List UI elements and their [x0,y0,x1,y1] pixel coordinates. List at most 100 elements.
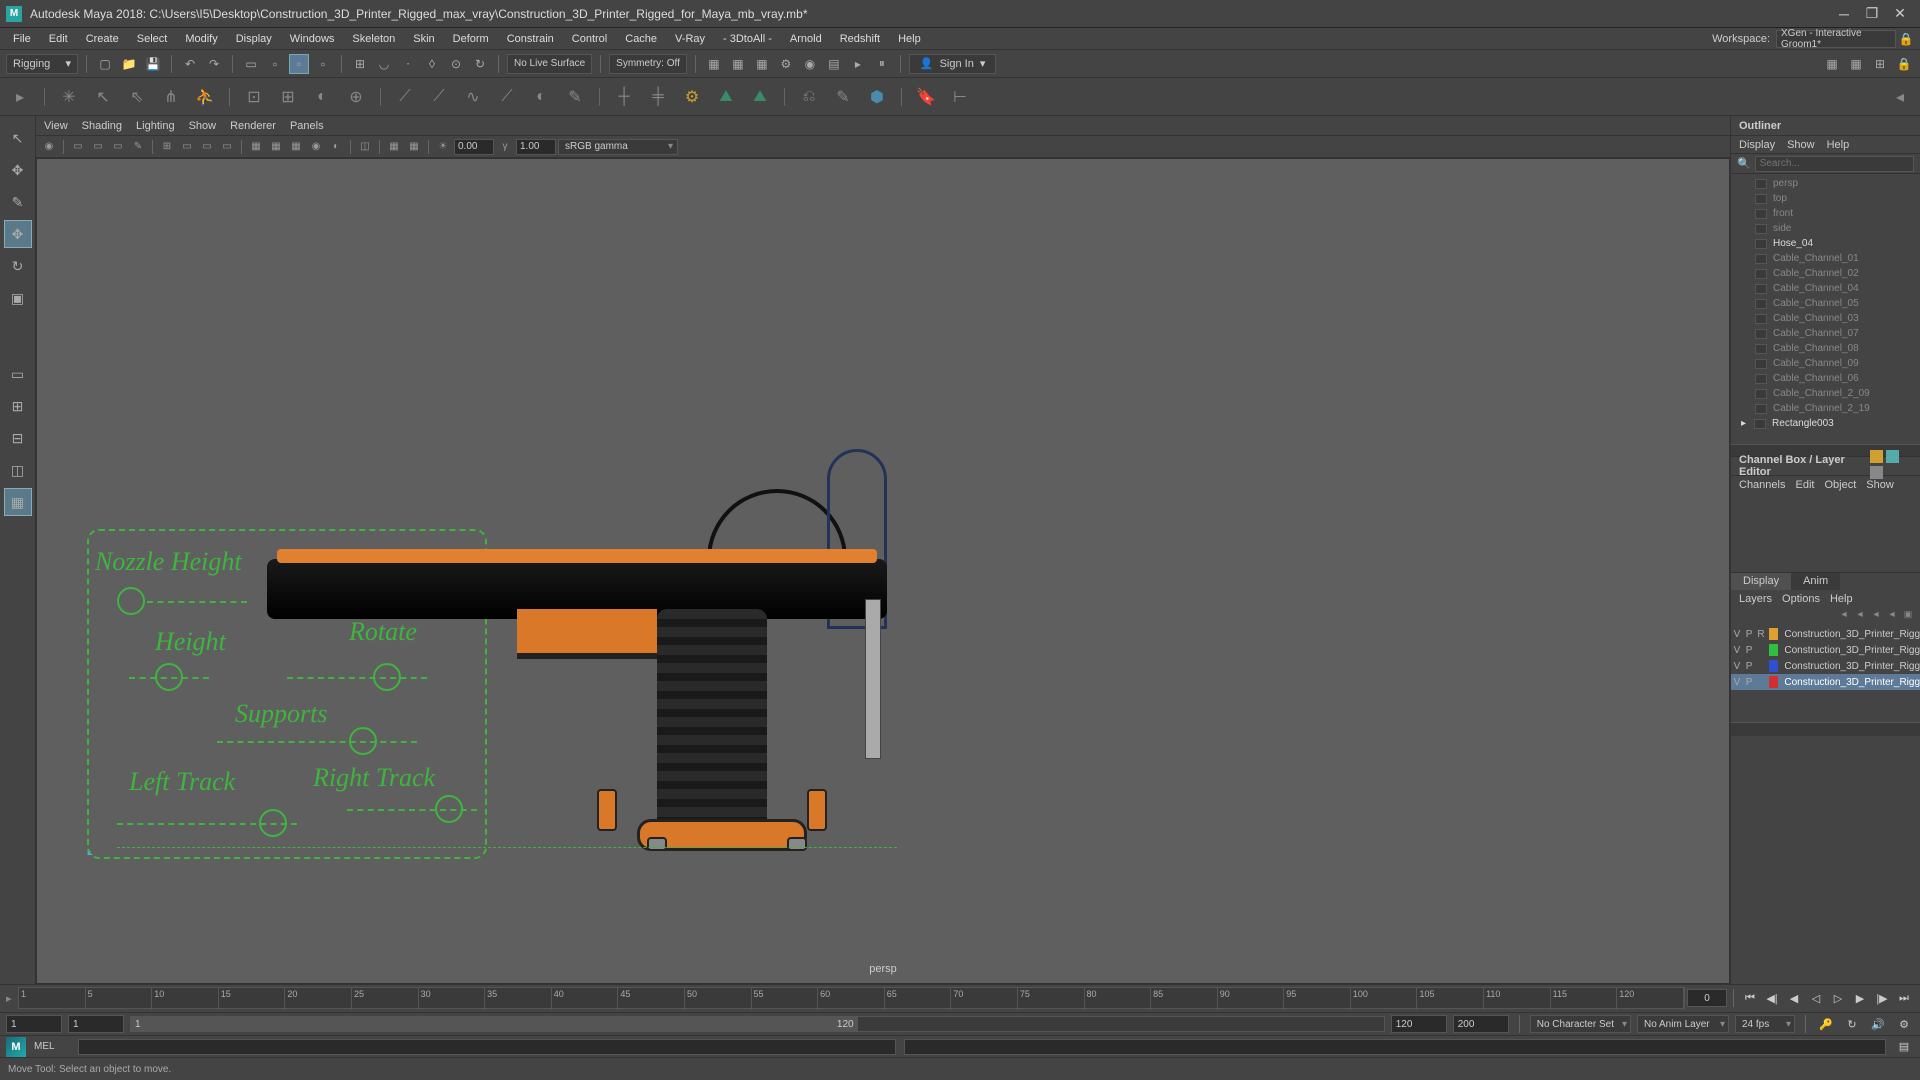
panel-menu-shading[interactable]: Shading [82,120,122,132]
connection-editor-icon[interactable]: ✎ [829,83,857,111]
frame-all-icon[interactable]: ⊞ [4,392,32,420]
play-fwd-icon[interactable]: ▷ [1828,989,1848,1007]
menu-deform[interactable]: Deform [444,31,498,47]
outliner-list[interactable]: persptopfrontsideHose_04Cable_Channel_01… [1731,174,1920,444]
cluster-icon[interactable]: ⟋ [391,83,419,111]
move-tool-icon[interactable]: ✥ [4,220,32,248]
step-back-icon[interactable]: ◀ [1784,989,1804,1007]
panel-menu-panels[interactable]: Panels [290,120,324,132]
menu-modify[interactable]: Modify [176,31,226,47]
range-start-in[interactable]: 1 [68,1015,124,1033]
joint-tool-icon[interactable]: ✳ [55,83,83,111]
shelf-collapse-icon[interactable]: ◂ [1886,83,1914,111]
maximize-button[interactable]: ❐ [1858,4,1886,24]
far-clip-field[interactable]: 1.00 [516,139,556,155]
shadows-icon[interactable]: ◐ [327,138,345,156]
layer-color-swatch[interactable] [1769,660,1778,672]
scale-tool-icon[interactable]: ▣ [4,284,32,312]
gamma-icon[interactable]: γ [496,138,514,156]
menu-arnold[interactable]: Arnold [781,31,831,47]
layer-col-v[interactable]: V [1731,661,1743,672]
wire-icon[interactable]: ⟋ [493,83,521,111]
menu-select[interactable]: Select [128,31,177,47]
layer-col-v[interactable]: V [1731,629,1743,640]
channelbox-menu-edit[interactable]: Edit [1795,479,1814,491]
lasso-tool-icon[interactable]: ✥ [4,156,32,184]
shelf-opt3-icon[interactable]: ⊞ [1870,54,1890,74]
ik-spline-icon[interactable]: ⇖ [123,83,151,111]
render-settings-icon[interactable]: ⚙ [776,54,796,74]
new-scene-icon[interactable]: ▢ [95,54,115,74]
range-end-out[interactable]: 200 [1453,1015,1509,1033]
near-clip-field[interactable]: 0.00 [454,139,494,155]
select-edge-icon[interactable]: ▫ [289,54,309,74]
gate-mask-icon[interactable]: ▭ [218,138,236,156]
render-view-icon[interactable]: ▦ [704,54,724,74]
go-start-icon[interactable]: ⏮ [1740,989,1760,1007]
snap-live-icon[interactable]: ↻ [470,54,490,74]
use-lights-icon[interactable]: ◉ [307,138,325,156]
render-pause-icon[interactable]: ⏸ [872,54,892,74]
panel-menu-renderer[interactable]: Renderer [230,120,276,132]
outliner-item[interactable]: front [1731,206,1920,221]
exposure-icon[interactable]: ☀ [434,138,452,156]
redo-icon[interactable]: ↷ [204,54,224,74]
select-face-icon[interactable]: ▫ [313,54,333,74]
rotate-tool-icon[interactable]: ↻ [4,252,32,280]
module-selector[interactable]: Rigging▾ [6,54,78,74]
timeline-collapse-icon[interactable]: ▸ [6,992,16,1005]
xray-joints-icon[interactable]: ▦ [405,138,423,156]
menu-cache[interactable]: Cache [616,31,666,47]
snap-center-icon[interactable]: ⊙ [446,54,466,74]
outliner-item[interactable]: Cable_Channel_01 [1731,251,1920,266]
script-editor-icon[interactable]: ▤ [1894,1038,1914,1056]
shelf-opt1-icon[interactable]: ▦ [1822,54,1842,74]
res-gate-icon[interactable]: ▭ [198,138,216,156]
image-plane-icon[interactable]: ▭ [89,138,107,156]
layer-col-p[interactable]: P [1743,677,1755,688]
layer-col-p[interactable]: P [1743,645,1755,656]
tab-display[interactable]: Display [1731,573,1791,590]
expression-editor-icon[interactable]: ⬢ [863,83,891,111]
panel-menu-show[interactable]: Show [189,120,217,132]
outliner-item[interactable]: persp [1731,176,1920,191]
select-vert-icon[interactable]: ▫ [265,54,285,74]
outliner-menu-display[interactable]: Display [1739,139,1775,151]
timeline-ruler[interactable]: 1510152025303540455055606570758085909510… [18,987,1685,1009]
go-end-icon[interactable]: ⏭ [1894,989,1914,1007]
fps-dropdown[interactable]: 24 fps [1735,1015,1795,1033]
grease-pencil-icon[interactable]: ✎ [129,138,147,156]
cb-ico2[interactable] [1886,450,1899,463]
snap-grid-icon[interactable]: ⊞ [350,54,370,74]
tab-anim[interactable]: Anim [1791,573,1840,590]
outliner-item[interactable]: Cable_Channel_05 [1731,296,1920,311]
display-layer-row[interactable]: VPConstruction_3D_Printer_Rigg [1731,674,1920,690]
menu-redshift[interactable]: Redshift [831,31,889,47]
save-scene-icon[interactable]: 💾 [143,54,163,74]
outliner-item[interactable]: Cable_Channel_2_09 [1731,386,1920,401]
viewport-persp[interactable]: Nozzle Height Height Rotate Supports Lef… [36,158,1730,984]
workspace-lock-icon[interactable]: 🔒 [1896,29,1916,49]
prefs-icon[interactable]: ⚙ [1894,1015,1914,1033]
outliner-search-input[interactable] [1755,156,1914,172]
bind-skin-icon[interactable]: ⊡ [240,83,268,111]
copy-weights-icon[interactable]: ⊕ [342,83,370,111]
paint-weights-icon[interactable]: ⊞ [274,83,302,111]
live-surface-dropdown[interactable]: No Live Surface [507,54,592,74]
cb-ico1[interactable] [1870,450,1883,463]
render-p1-icon[interactable]: ▸ [848,54,868,74]
layer-color-swatch[interactable] [1769,676,1778,688]
layer-right-icon[interactable]: ◄ [1886,608,1898,620]
sculpt-icon[interactable]: ✎ [561,83,589,111]
layer-left-icon[interactable]: ◄ [1870,608,1882,620]
display-layer-row[interactable]: VPConstruction_3D_Printer_Rigg [1731,642,1920,658]
camera-select-icon[interactable]: ◉ [40,138,58,156]
2d-pan-icon[interactable]: ▭ [109,138,127,156]
layer-h-scrollbar[interactable] [1731,722,1920,736]
menu-skeleton[interactable]: Skeleton [343,31,404,47]
constraint-orient-icon[interactable]: ⛰ [712,83,740,111]
last-tool-icon[interactable]: ▭ [4,360,32,388]
workspace-selector[interactable]: XGen - Interactive Groom1* [1776,30,1896,48]
layer-menu-layers[interactable]: Layers [1739,593,1772,605]
play-back-icon[interactable]: ◁ [1806,989,1826,1007]
